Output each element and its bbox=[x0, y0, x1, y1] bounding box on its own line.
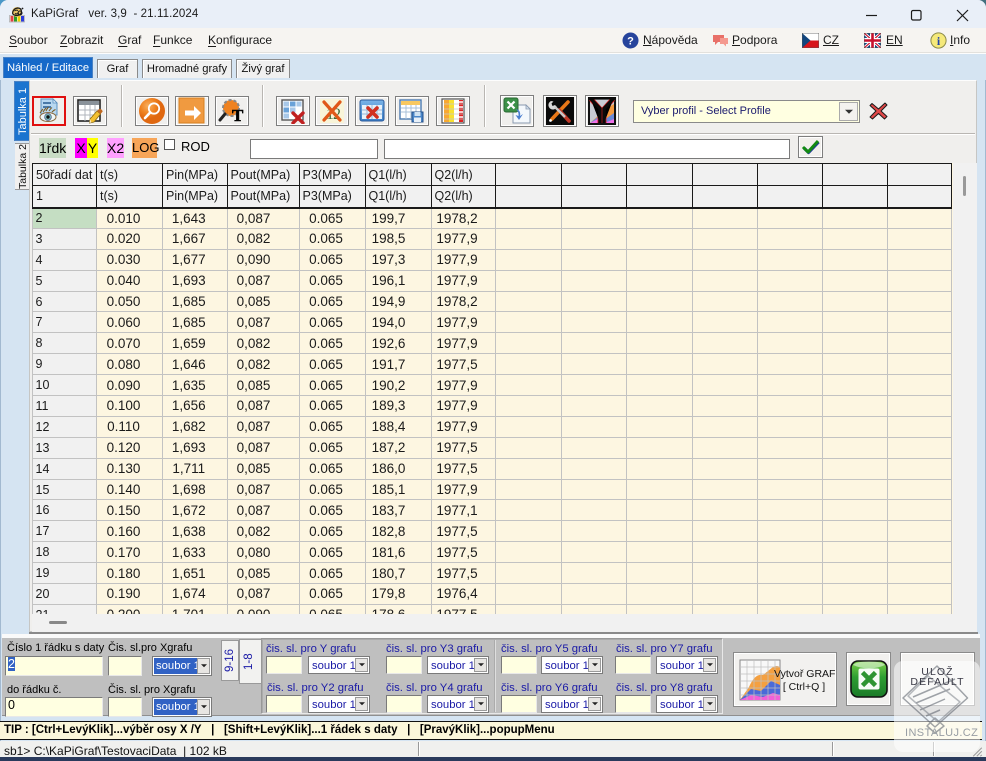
svg-text:T: T bbox=[232, 106, 244, 125]
svg-text:?: ? bbox=[627, 36, 634, 48]
